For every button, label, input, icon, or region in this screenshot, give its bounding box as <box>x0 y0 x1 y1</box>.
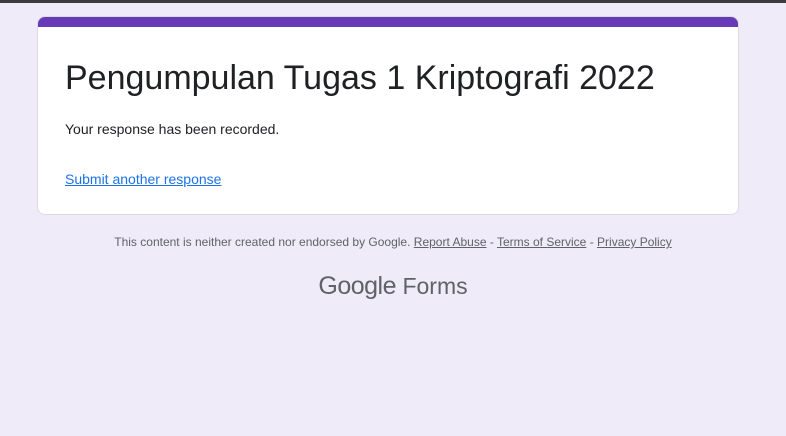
disclaimer-text: This content is neither created nor endo… <box>114 235 411 249</box>
submit-another-response-link[interactable]: Submit another response <box>65 171 221 187</box>
forms-wordmark: Forms <box>402 273 468 299</box>
browser-top-strip <box>0 0 786 3</box>
privacy-policy-link[interactable]: Privacy Policy <box>597 235 672 249</box>
google-forms-logo[interactable]: Google Forms <box>0 272 786 301</box>
report-abuse-link[interactable]: Report Abuse <box>414 235 487 249</box>
footer-separator: - <box>589 235 594 249</box>
card-accent-bar <box>38 17 738 27</box>
form-title: Pengumpulan Tugas 1 Kriptografi 2022 <box>65 59 655 97</box>
confirmation-message: Your response has been recorded. <box>65 121 280 137</box>
terms-of-service-link[interactable]: Terms of Service <box>497 235 586 249</box>
form-confirmation-card: Pengumpulan Tugas 1 Kriptografi 2022 You… <box>37 16 739 215</box>
footer-separator: - <box>489 235 494 249</box>
google-wordmark: Google <box>318 272 396 300</box>
footer-disclaimer: This content is neither created nor endo… <box>0 235 786 249</box>
